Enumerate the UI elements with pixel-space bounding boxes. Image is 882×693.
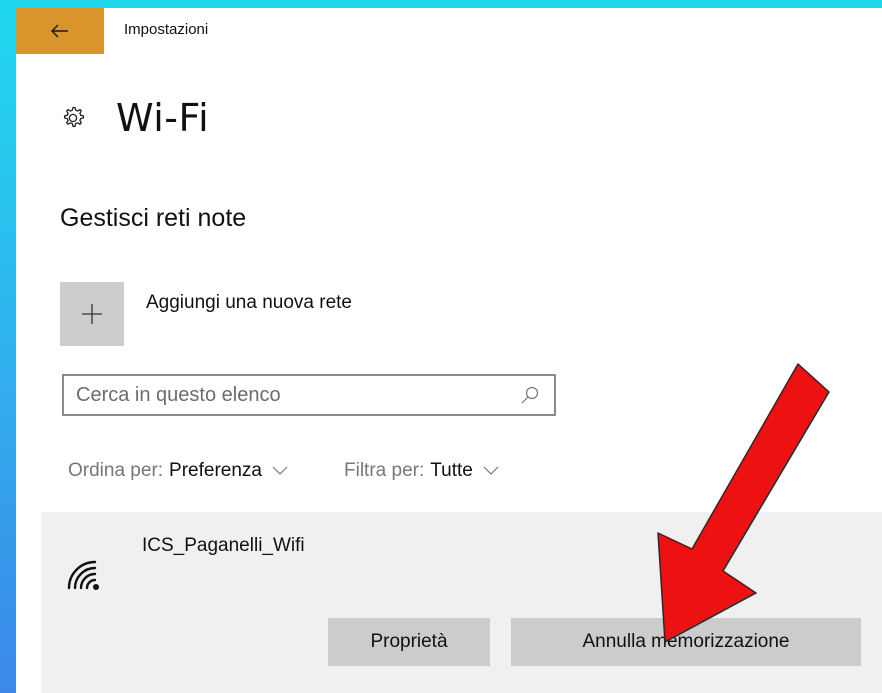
title-bar: Impostazioni bbox=[16, 8, 882, 54]
chevron-down-icon bbox=[272, 466, 288, 475]
properties-button[interactable]: Proprietà bbox=[328, 618, 490, 666]
network-list-item[interactable]: ICS_Paganelli_Wifi Proprietà Annulla mem… bbox=[41, 512, 882, 693]
network-name: ICS_Paganelli_Wifi bbox=[142, 535, 305, 556]
app-title: Impostazioni bbox=[124, 21, 209, 38]
plus-icon bbox=[82, 304, 102, 324]
add-network-tile[interactable] bbox=[60, 282, 124, 346]
page-header: Wi-Fi bbox=[60, 96, 209, 140]
filter-label: Filtra per: bbox=[344, 460, 425, 481]
chevron-down-icon bbox=[483, 466, 499, 475]
section-title: Gestisci reti note bbox=[60, 204, 247, 232]
add-network-button[interactable]: Aggiungi una nuova rete bbox=[60, 282, 352, 346]
settings-window: Impostazioni Wi-Fi Gestisci reti note Ag… bbox=[16, 8, 882, 693]
sort-value: Preferenza bbox=[169, 460, 262, 481]
filter-dropdown[interactable]: Filtra per: Tutte bbox=[344, 460, 499, 482]
forget-network-button[interactable]: Annulla memorizzazione bbox=[511, 618, 861, 666]
filter-value: Tutte bbox=[430, 460, 473, 481]
back-button[interactable] bbox=[16, 8, 104, 54]
back-arrow-icon bbox=[51, 24, 68, 38]
wifi-signal-icon bbox=[67, 560, 99, 590]
gear-icon bbox=[63, 106, 85, 127]
sort-label: Ordina per: bbox=[68, 460, 164, 481]
search-box[interactable] bbox=[62, 374, 556, 416]
search-icon[interactable] bbox=[520, 385, 540, 405]
page-title: Wi-Fi bbox=[116, 96, 210, 140]
add-network-label: Aggiungi una nuova rete bbox=[146, 292, 352, 313]
search-input[interactable] bbox=[74, 376, 520, 414]
filter-bar: Ordina per: Preferenza Filtra per: Tutte bbox=[68, 460, 499, 482]
sort-dropdown[interactable]: Ordina per: Preferenza bbox=[68, 460, 288, 482]
